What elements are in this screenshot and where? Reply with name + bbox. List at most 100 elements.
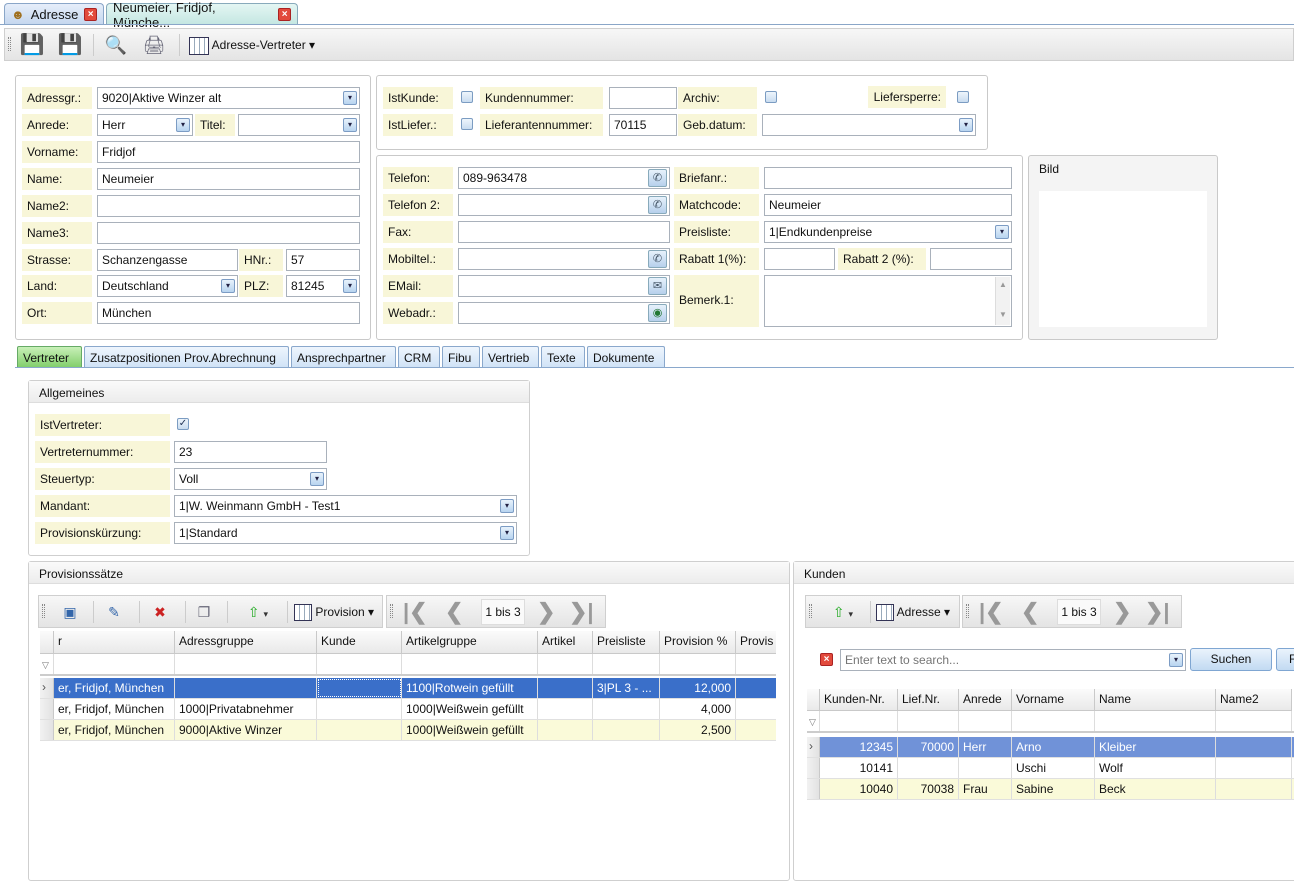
column-header[interactable]: Artikel [538,631,593,654]
table-cell[interactable] [593,720,660,740]
filter-cell[interactable] [1095,711,1216,731]
name-input[interactable]: Neumeier [97,168,360,190]
view-selector-button[interactable]: Adresse ▾ [876,600,960,624]
row-indicator[interactable] [40,699,54,719]
bemerk-textarea[interactable]: ▲ ▼ [764,275,1012,327]
table-cell[interactable] [538,720,593,740]
export-button[interactable]: ⇧ ▾ [235,600,281,624]
archiv-checkbox[interactable] [765,91,777,103]
table-cell[interactable]: Kleiber [1095,737,1216,757]
table-cell[interactable] [1216,779,1292,799]
globe-icon[interactable]: ◉ [648,304,667,322]
close-icon[interactable]: × [84,8,97,21]
filter-cell[interactable] [736,654,776,674]
briefanr-input[interactable] [764,167,1012,189]
filter-cell[interactable] [54,654,175,674]
subtab-vertreter[interactable]: Vertreter [17,346,82,368]
column-header[interactable]: Adressgruppe [175,631,317,654]
row-indicator[interactable]: › [40,678,54,698]
table-cell[interactable] [538,678,593,698]
filter-cell[interactable] [538,654,593,674]
row-indicator[interactable] [40,720,54,740]
column-header[interactable]: Name [1095,689,1216,711]
lieferantennummer-input[interactable]: 70115 [609,114,677,136]
table-cell[interactable]: 70038 [898,779,959,799]
filter-icon[interactable]: ▽ [807,711,820,731]
filter-icon[interactable]: ▽ [40,654,54,674]
clear-search-icon[interactable]: × [820,653,833,666]
column-header[interactable]: Kunden-Nr. [820,689,898,711]
table-cell[interactable]: Sabine [1012,779,1095,799]
new-record-button[interactable]: ▣ [57,600,83,624]
gebdatum-picker[interactable]: ▾ [762,114,976,136]
plz-select[interactable]: 81245 ▾ [286,275,360,297]
table-cell[interactable]: 10040 [820,779,898,799]
table-cell[interactable] [1216,737,1292,757]
previous-page-icon[interactable]: ❮ [445,599,463,625]
kunden-filter-row[interactable]: ▽ [807,711,1294,733]
first-page-icon[interactable]: |❮ [979,599,1004,625]
table-cell[interactable]: Herr [959,737,1012,757]
table-cell[interactable]: 1000|Weißwein gefüllt [402,720,538,740]
istvertreter-checkbox[interactable]: ✓ [177,418,189,430]
liefersperre-checkbox[interactable] [957,91,969,103]
column-header[interactable]: Provis [736,631,776,654]
delete-record-button[interactable]: ✖ [147,600,173,624]
table-row[interactable]: 10040 70038 Frau Sabine Beck [807,779,1294,800]
name3-input[interactable] [97,222,360,244]
last-page-icon[interactable]: ❯| [1145,599,1170,625]
table-cell[interactable] [1216,758,1292,778]
filter-cell[interactable] [660,654,736,674]
next-page-icon[interactable]: ❯ [537,599,555,625]
titel-select[interactable]: ▾ [238,114,360,136]
telefon2-input[interactable]: ✆ [458,194,670,216]
table-cell[interactable]: 10141 [820,758,898,778]
name2-input[interactable] [97,195,360,217]
column-header[interactable]: Vorname [1012,689,1095,711]
filter-cell[interactable] [317,654,402,674]
land-select[interactable]: Deutschland ▾ [97,275,238,297]
table-row[interactable]: › 12345 70000 Herr Arno Kleiber [807,737,1294,758]
save-close-button[interactable]: 💾 [19,33,45,57]
table-cell[interactable]: er, Fridjof, München [54,720,175,740]
filter-cell[interactable] [1216,711,1292,731]
view-selector-button[interactable]: Provision ▾ [294,600,382,624]
last-page-icon[interactable]: ❯| [569,599,594,625]
table-cell[interactable] [317,720,402,740]
table-cell[interactable]: Wolf [1095,758,1216,778]
mobil-input[interactable]: ✆ [458,248,670,270]
preisliste-select[interactable]: 1|Endkundenpreise ▾ [764,221,1012,243]
vertreternummer-input[interactable]: 23 [174,441,327,463]
table-cell[interactable]: Beck [1095,779,1216,799]
table-cell[interactable]: Frau [959,779,1012,799]
subtab-dokumente[interactable]: Dokumente [587,346,665,368]
provisionskuerzung-select[interactable]: 1|Standard ▾ [174,522,517,544]
table-cell[interactable] [736,678,776,698]
subtab-ansprechpartner[interactable]: Ansprechpartner [291,346,396,368]
table-cell[interactable]: 3|PL 3 - ... [593,678,660,698]
provision-filter-row[interactable]: ▽ [40,654,776,676]
table-cell[interactable]: er, Fridjof, München [54,699,175,719]
filter-cell[interactable] [593,654,660,674]
telefon-input[interactable]: 089-963478 ✆ [458,167,670,189]
table-row[interactable]: 10141 Uschi Wolf [807,758,1294,779]
row-indicator[interactable] [807,779,820,799]
previous-page-icon[interactable]: ❮ [1021,599,1039,625]
table-cell[interactable]: Uschi [1012,758,1095,778]
column-header[interactable]: r [54,631,175,654]
export-button[interactable]: ⇧ ▾ [820,600,866,624]
table-cell[interactable]: 70000 [898,737,959,757]
table-row[interactable]: er, Fridjof, München 1000|Privatabnehmer 1… [40,699,776,720]
filter-cell[interactable] [820,711,898,731]
preview-icon[interactable]: 🔍 [103,33,129,57]
toolbar-grip[interactable] [42,604,45,618]
copy-record-button[interactable]: ❐ [191,600,217,624]
row-indicator[interactable]: › [807,737,820,757]
ort-input[interactable]: München [97,302,360,324]
table-row[interactable]: › er, Fridjof, München 1100|Rotwein gefüll… [40,678,776,699]
filter-cell[interactable] [175,654,317,674]
table-cell[interactable]: 12,000 [660,678,736,698]
subtab-vertrieb[interactable]: Vertrieb [482,346,539,368]
filter-cell[interactable] [898,711,959,731]
subtab-fibu[interactable]: Fibu [442,346,480,368]
